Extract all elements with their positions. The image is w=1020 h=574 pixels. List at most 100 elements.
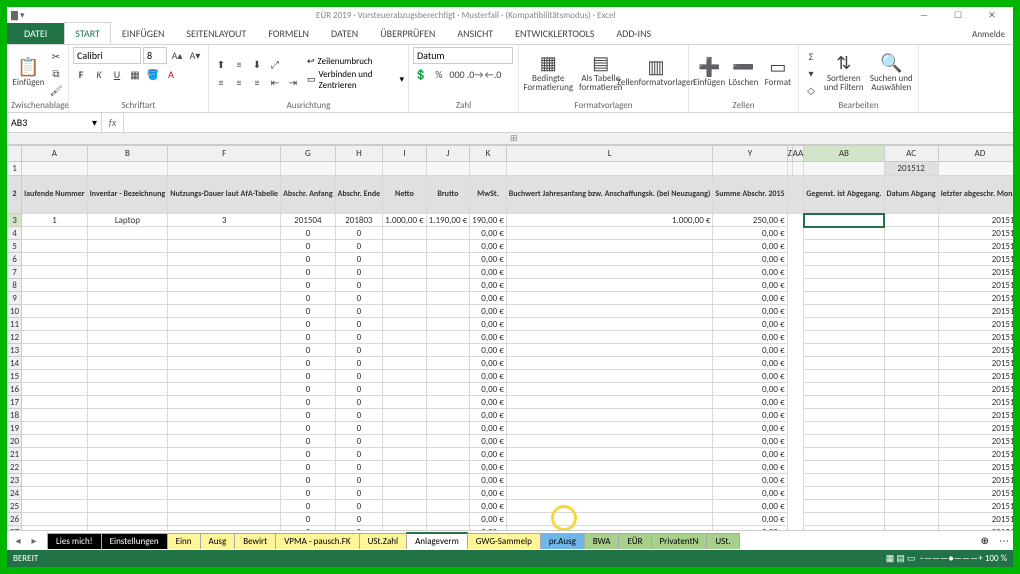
cell[interactable] <box>87 227 168 240</box>
cell[interactable] <box>804 500 884 513</box>
fill-button[interactable]: ▾ <box>803 65 819 81</box>
cell[interactable] <box>884 370 938 383</box>
row-head[interactable]: 27 <box>8 526 22 531</box>
row-head[interactable]: 23 <box>8 474 22 487</box>
cell[interactable]: 0,00 € <box>713 318 787 331</box>
header-cell[interactable]: Abschr. Ende <box>335 176 383 214</box>
cell[interactable] <box>87 474 168 487</box>
cell[interactable]: 0,00 € <box>713 305 787 318</box>
row-head[interactable]: 24 <box>8 487 22 500</box>
cell[interactable] <box>884 383 938 396</box>
row-head[interactable]: 12 <box>8 331 22 344</box>
find-select-button[interactable]: 🔍Suchen und Auswählen <box>869 50 915 96</box>
inc-decimal[interactable]: .0→ <box>467 66 483 82</box>
cell[interactable] <box>804 214 884 227</box>
cell[interactable] <box>804 461 884 474</box>
cell[interactable] <box>804 318 884 331</box>
cell[interactable] <box>506 422 713 435</box>
cell[interactable] <box>506 526 713 531</box>
cell[interactable] <box>884 318 938 331</box>
cell[interactable] <box>884 240 938 253</box>
cell[interactable] <box>87 305 168 318</box>
cell[interactable] <box>22 461 88 474</box>
col-head[interactable]: A <box>22 146 88 162</box>
cell[interactable] <box>426 318 469 331</box>
cell[interactable] <box>884 474 938 487</box>
cell[interactable] <box>168 266 281 279</box>
cell[interactable]: 0 <box>281 253 336 266</box>
font-grow[interactable]: A▴ <box>169 47 185 63</box>
header-cell[interactable]: Buchwert Jahresanfang bzw. Anschaffungsk… <box>506 176 713 214</box>
cell[interactable] <box>87 409 168 422</box>
cell[interactable] <box>884 526 938 531</box>
cell[interactable]: 0 <box>335 500 383 513</box>
cell[interactable]: 0,00 € <box>470 500 507 513</box>
cell[interactable]: 0 <box>281 292 336 305</box>
cell[interactable] <box>87 461 168 474</box>
cell[interactable] <box>506 500 713 513</box>
painter-button[interactable]: 🖌 <box>48 82 64 98</box>
cell[interactable] <box>426 266 469 279</box>
cell[interactable]: 201512 <box>938 266 1013 279</box>
header-cell[interactable]: laufende Nummer <box>22 176 88 214</box>
cell[interactable] <box>506 396 713 409</box>
cell[interactable]: 0,00 € <box>713 461 787 474</box>
header-cell[interactable]: Abschr. Anfang <box>281 176 336 214</box>
cell[interactable] <box>506 292 713 305</box>
sheet-tab[interactable]: Einstellungen <box>101 533 168 549</box>
cell[interactable] <box>426 409 469 422</box>
cell[interactable]: 0 <box>335 331 383 344</box>
cell[interactable] <box>22 422 88 435</box>
cell[interactable] <box>87 487 168 500</box>
cell[interactable] <box>383 240 426 253</box>
align-middle[interactable]: ≡ <box>231 56 247 72</box>
col-head[interactable]: I <box>383 146 426 162</box>
cell[interactable] <box>87 266 168 279</box>
font-shrink[interactable]: A▾ <box>187 47 203 63</box>
clear-button[interactable]: ◇ <box>803 82 819 98</box>
view-layout[interactable]: ▤ <box>896 553 905 564</box>
as-table-button[interactable]: ▤Als Tabelle formatieren <box>576 50 627 96</box>
cell[interactable]: 0 <box>281 513 336 526</box>
cell[interactable] <box>884 227 938 240</box>
window-close[interactable]: ✕ <box>975 8 1009 22</box>
col-head[interactable] <box>8 146 22 162</box>
cell[interactable] <box>884 266 938 279</box>
cell[interactable] <box>168 435 281 448</box>
cell[interactable]: 201512 <box>938 370 1013 383</box>
cell[interactable]: 0 <box>281 279 336 292</box>
row-head[interactable]: 1 <box>8 162 22 176</box>
cell[interactable]: 201512 <box>938 500 1013 513</box>
cell[interactable]: Laptop <box>87 214 168 227</box>
row-head[interactable]: 6 <box>8 253 22 266</box>
cell[interactable] <box>804 370 884 383</box>
indent-dec[interactable]: ⇤ <box>267 74 283 90</box>
cell[interactable] <box>383 279 426 292</box>
cell[interactable] <box>168 331 281 344</box>
cell[interactable]: 201803 <box>335 214 383 227</box>
cell[interactable]: 1.000,00 € <box>506 214 713 227</box>
cell[interactable]: 201512 <box>884 162 938 176</box>
col-head[interactable]: AB <box>804 146 884 162</box>
cell[interactable]: 0 <box>281 396 336 409</box>
row-head[interactable]: 7 <box>8 266 22 279</box>
cell[interactable] <box>426 448 469 461</box>
row-head[interactable]: 19 <box>8 422 22 435</box>
merge-button[interactable]: ▭Verbinden und Zentrieren ▾ <box>307 69 404 91</box>
cell[interactable] <box>804 422 884 435</box>
col-head[interactable]: F <box>168 146 281 162</box>
cell[interactable] <box>383 318 426 331</box>
cell[interactable]: 201512 <box>938 253 1013 266</box>
wrap-button[interactable]: ↩Zeilenumbruch <box>307 56 404 67</box>
cell[interactable] <box>22 370 88 383</box>
cell[interactable] <box>22 305 88 318</box>
cell[interactable] <box>426 344 469 357</box>
cell[interactable] <box>383 487 426 500</box>
thousand-button[interactable]: 000 <box>449 66 465 82</box>
align-bottom[interactable]: ⬇ <box>249 56 265 72</box>
cell[interactable] <box>22 292 88 305</box>
cell[interactable]: 201512 <box>938 409 1013 422</box>
cell[interactable] <box>87 357 168 370</box>
row-head[interactable]: 16 <box>8 383 22 396</box>
tab-formeln[interactable]: FORMELN <box>257 22 320 44</box>
